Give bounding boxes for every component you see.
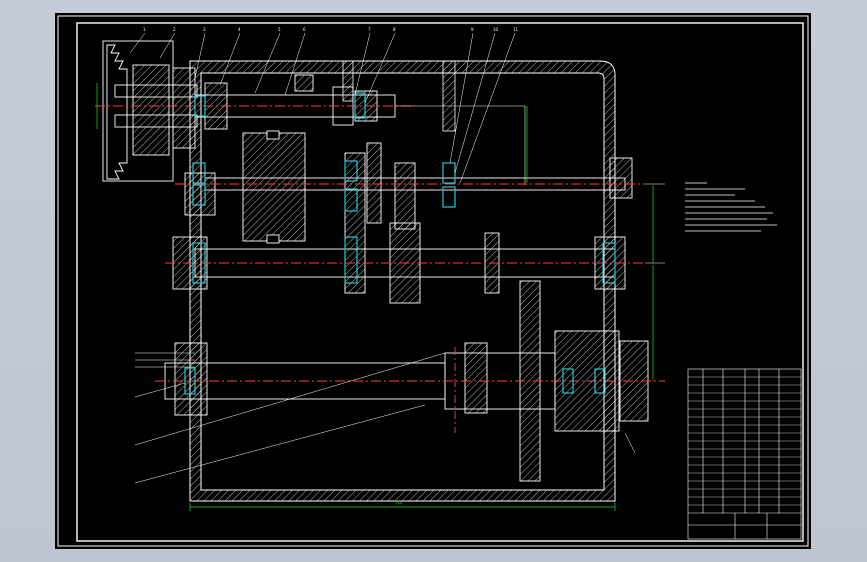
balloon-2: 2 [173, 27, 176, 32]
drawing-sheet: 7 1 4 1 2 3 4 5 6 7 8 9 10 11 [55, 13, 811, 549]
gearbox-drawing: 7 1 4 1 2 3 4 5 6 7 8 9 10 11 [57, 15, 809, 547]
balloon-8: 8 [393, 27, 396, 32]
output-shaft [155, 280, 665, 482]
overall-dimension-label: 714 [395, 500, 403, 505]
title-block-rows [688, 376, 801, 506]
balloon-11: 11 [513, 27, 519, 32]
balloon-10: 10 [493, 27, 499, 32]
balloon-7: 7 [368, 27, 371, 32]
cad-viewport[interactable]: 7 1 4 1 2 3 4 5 6 7 8 9 10 11 [0, 0, 867, 562]
balloon-9: 9 [471, 27, 474, 32]
tech-notes [685, 182, 777, 232]
outer-border [57, 15, 809, 547]
balloon-5: 5 [278, 27, 281, 32]
balloon-6: 6 [303, 27, 306, 32]
balloon-1: 1 [143, 27, 146, 32]
part-balloons: 1 2 3 4 5 6 7 8 9 10 11 [143, 27, 519, 32]
balloon-3: 3 [203, 27, 206, 32]
title-block [687, 368, 802, 540]
balloon-4: 4 [238, 27, 241, 32]
